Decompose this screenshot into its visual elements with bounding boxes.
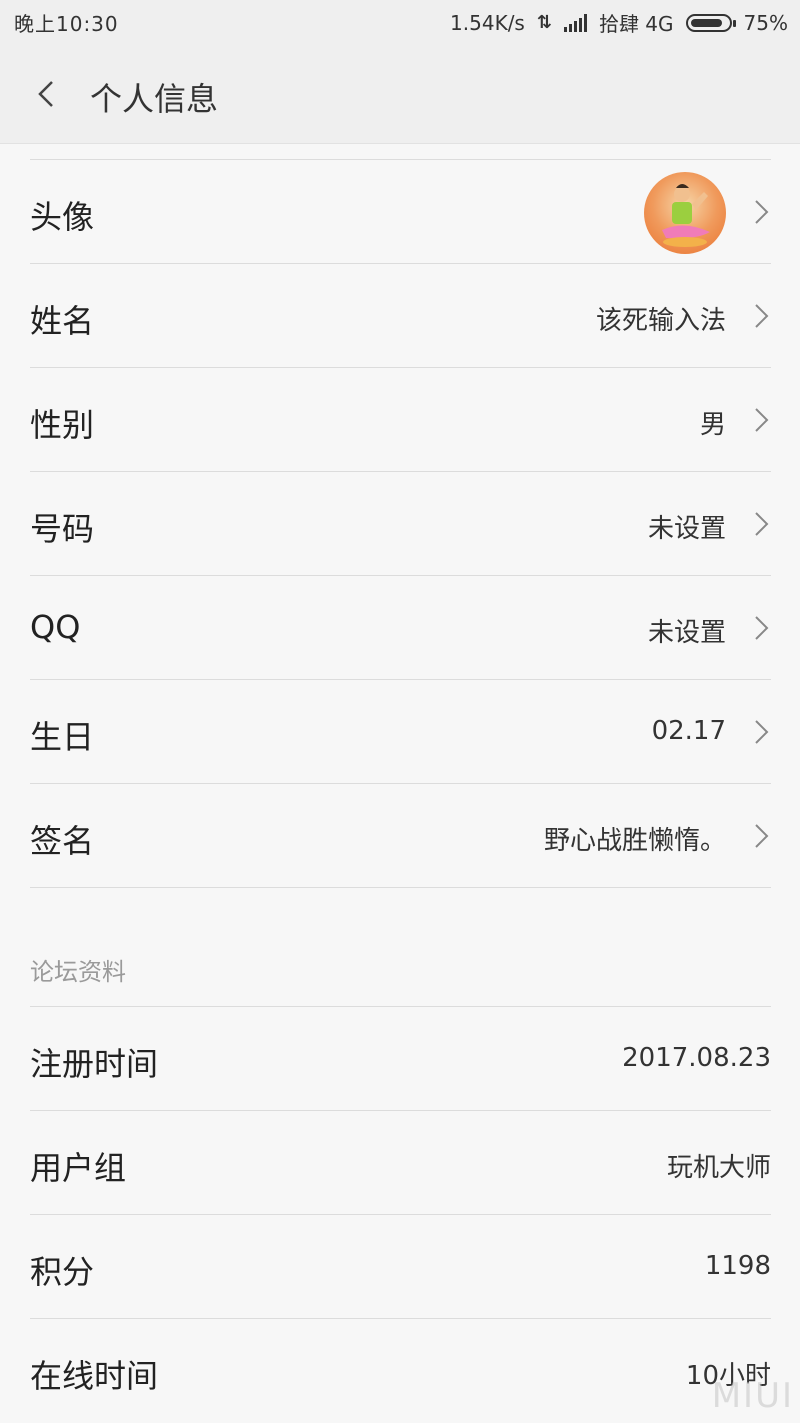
row-name[interactable]: 姓名 该死输入法: [30, 264, 771, 368]
row-label: 注册时间: [30, 1045, 159, 1083]
row-gender[interactable]: 性别 男: [30, 368, 771, 472]
network-speed: 1.54K/s: [450, 10, 525, 35]
row-value: 男: [699, 410, 726, 440]
row-value: 02.17: [651, 716, 726, 746]
row-avatar[interactable]: 头像: [30, 160, 771, 264]
section-title-forum: 论坛资料: [30, 958, 126, 986]
battery-icon: [685, 13, 736, 32]
row-label: 签名: [30, 822, 95, 860]
battery-percent: 75%: [743, 10, 788, 35]
row-phone[interactable]: 号码 未设置: [30, 472, 771, 576]
row-online-time: 在线时间 10小时: [30, 1319, 771, 1423]
row-label: QQ: [30, 608, 81, 646]
chevron-right-icon: [755, 304, 769, 328]
miui-watermark: MIUI: [711, 1376, 794, 1416]
chevron-right-icon: [755, 824, 769, 848]
chevron-right-icon: [755, 616, 769, 640]
status-bar: 晚上10:30 1.54K/s ⇅ 拾肆 4G 75%: [0, 0, 800, 44]
row-value: 野心战胜懒惰。: [543, 826, 726, 856]
row-register-date: 注册时间 2017.08.23: [30, 1007, 771, 1111]
row-qq[interactable]: QQ 未设置: [30, 576, 771, 680]
row-birthday[interactable]: 生日 02.17: [30, 680, 771, 784]
app-header: 个人信息: [0, 44, 800, 144]
row-label: 头像: [30, 198, 95, 236]
chevron-left-icon[interactable]: [30, 74, 70, 114]
data-transfer-icon: ⇅: [536, 12, 552, 33]
row-value: 1198: [704, 1251, 771, 1281]
row-signature[interactable]: 签名 野心战胜懒惰。: [30, 784, 771, 888]
row-points: 积分 1198: [30, 1215, 771, 1319]
row-label: 性别: [30, 406, 95, 444]
chevron-right-icon: [755, 512, 769, 536]
avatar: [644, 172, 726, 254]
row-value: 未设置: [647, 618, 726, 648]
chevron-right-icon: [755, 720, 769, 744]
carrier-label: 拾肆 4G: [598, 12, 674, 36]
chevron-right-icon: [755, 200, 769, 224]
row-label: 积分: [30, 1253, 95, 1291]
row-user-group: 用户组 玩机大师: [30, 1111, 771, 1215]
avatar-illustration: [662, 184, 710, 247]
row-value: 2017.08.23: [622, 1043, 771, 1073]
row-label: 在线时间: [30, 1357, 159, 1395]
row-value: 该死输入法: [595, 306, 726, 336]
row-value: 玩机大师: [666, 1153, 771, 1183]
row-label: 姓名: [30, 302, 95, 340]
row-label: 号码: [30, 510, 95, 548]
page-title: 个人信息: [90, 80, 219, 118]
signal-icon: [563, 13, 587, 32]
row-label: 用户组: [30, 1149, 127, 1187]
row-label: 生日: [30, 718, 95, 756]
row-value: 未设置: [647, 514, 726, 544]
status-time: 晚上10:30: [14, 12, 119, 36]
chevron-right-icon: [755, 408, 769, 432]
